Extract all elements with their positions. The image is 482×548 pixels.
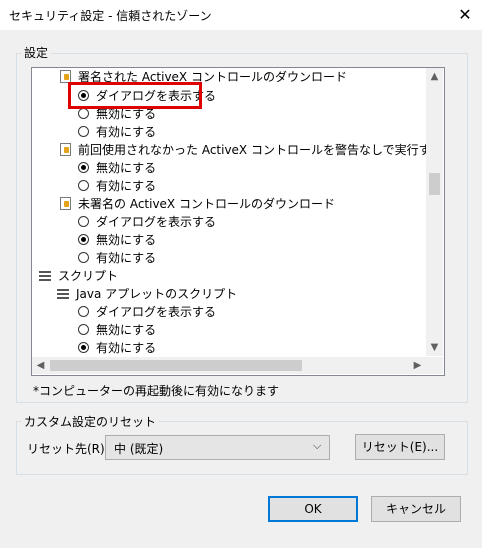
reset-group-label: カスタム設定のリセット [21,413,160,430]
radio-button[interactable] [78,306,89,317]
radio-label: 有効にする [96,125,157,139]
radio-button[interactable] [78,234,89,245]
script-icon [56,287,70,300]
setting-icon [60,197,71,210]
highlight-box [68,82,202,109]
vertical-scrollbar[interactable]: ▲ ▼ [426,68,443,356]
script-icon [38,269,52,282]
scroll-up-icon[interactable]: ▲ [426,68,443,85]
vertical-scroll-thumb[interactable] [429,173,440,195]
radio-button[interactable] [78,216,89,227]
radio-label: ダイアログを表示する [96,305,217,319]
horizontal-scroll-thumb[interactable] [50,360,302,371]
radio-button[interactable] [78,162,89,173]
radio-button[interactable] [78,324,89,335]
reset-button[interactable]: リセット(E)... [355,434,445,460]
close-button[interactable]: ✕ [450,2,480,28]
category-label: スクリプト [58,269,119,283]
setting-header-label: 前回使用されなかった ActiveX コントロールを警告なしで実行することを許可 [78,143,444,157]
select-value: 中 (既定) [114,442,164,456]
window-title: セキュリティ設定 - 信頼されたゾーン [9,9,212,23]
reset-level-select[interactable]: 中 (既定) ⌵ [105,435,330,460]
radio-button[interactable] [78,126,89,137]
chevron-down-icon: ⌵ [313,439,322,452]
settings-list[interactable]: 署名された ActiveX コントロールのダウンロード ダイアログを表示する 無… [31,67,445,376]
radio-button[interactable] [78,108,89,119]
scroll-down-icon[interactable]: ▼ [426,339,443,356]
radio-label: 有効にする [96,179,157,193]
radio-label: 有効にする [96,341,157,355]
radio-button[interactable] [78,180,89,191]
radio-button[interactable] [78,342,89,353]
close-icon: ✕ [458,5,472,24]
restart-note: *コンピューターの再起動後に有効になります [33,384,280,398]
scroll-right-icon[interactable]: ▶ [409,357,426,374]
radio-label: 有効にする [96,251,157,265]
scroll-left-icon[interactable]: ◀ [32,357,49,374]
setting-icon [60,143,71,156]
radio-button[interactable] [78,252,89,263]
radio-label: 無効にする [96,233,157,247]
radio-label: 無効にする [96,323,157,337]
ok-button[interactable]: OK [268,496,358,522]
horizontal-scrollbar[interactable]: ◀ ▶ [32,357,426,374]
radio-label: ダイアログを表示する [96,215,217,229]
setting-header-label: Java アプレットのスクリプト [76,287,238,301]
scroll-corner [426,357,443,374]
settings-group-label: 設定 [21,44,52,61]
reset-to-label: リセット先(R): [27,442,109,456]
setting-header-label: 未署名の ActiveX コントロールのダウンロード [78,197,335,211]
cancel-button[interactable]: キャンセル [371,496,461,522]
radio-label: 無効にする [96,161,157,175]
